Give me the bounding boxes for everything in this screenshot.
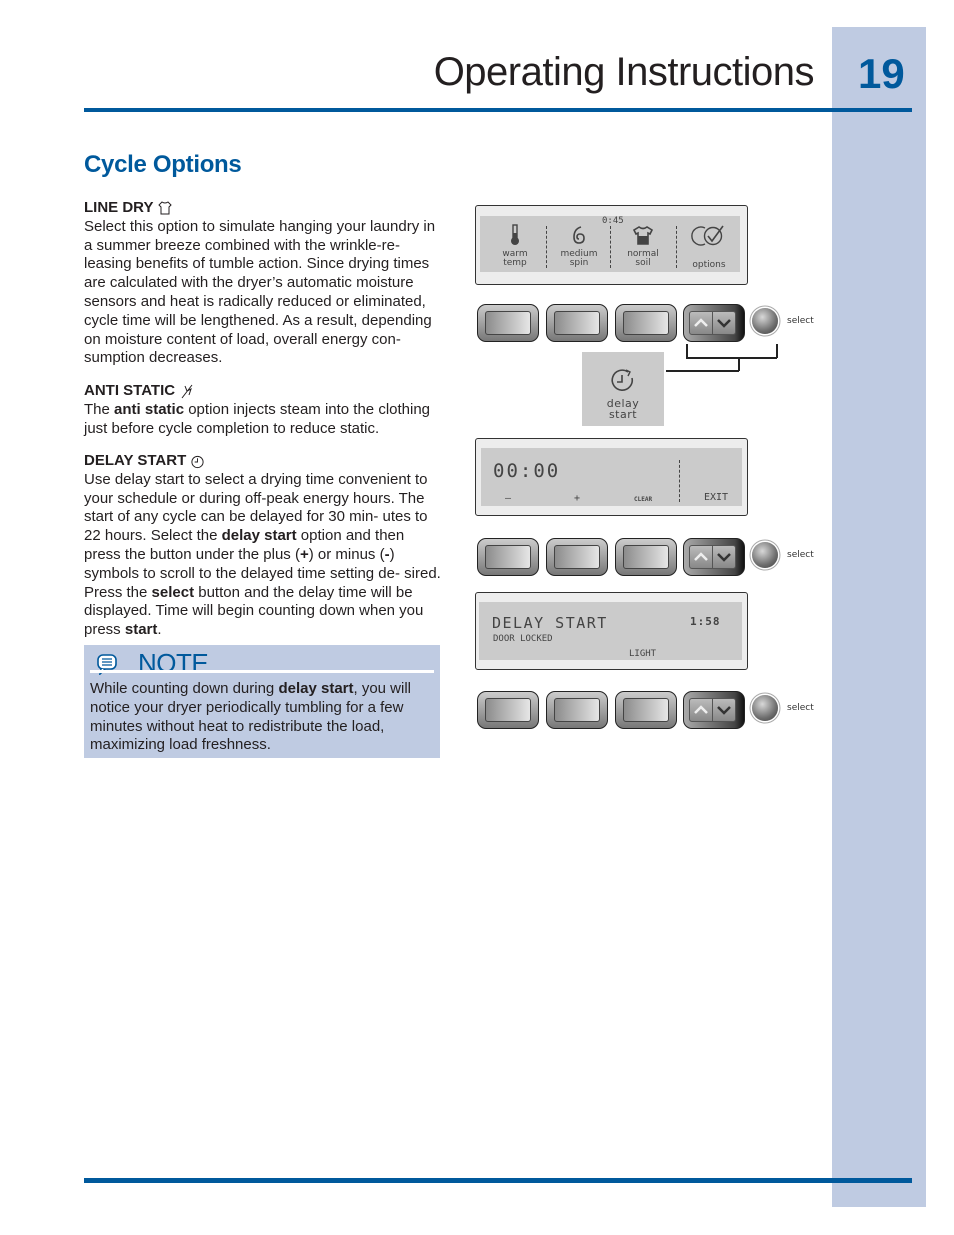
select-button[interactable] [752,542,778,568]
lcd-screen: DELAY START 1:58 DOOR LOCKED LIGHT [479,602,742,660]
panel-button-2[interactable] [546,304,608,342]
section-title: Cycle Options [84,151,242,178]
lcd-status: DOOR LOCKED [493,634,553,644]
option-heading-text: LINE DRY [84,199,154,216]
note-text: While counting down during delay start, … [90,680,412,754]
options-check-icon [691,225,724,246]
scroll-up-button[interactable] [689,545,713,569]
scroll-up-button[interactable] [689,698,713,722]
lcd-item-label: temp [503,258,527,268]
lcd-exit: EXIT [704,492,729,503]
panel-button-1[interactable] [477,691,539,729]
page-side-tab [832,27,926,1207]
lcd-item-medium-spin: medium spin [550,224,608,270]
chevron-up-icon [694,552,708,561]
scroll-down-button[interactable] [712,311,736,335]
option-heading-text: ANTI STATIC [84,382,176,399]
lcd-screen: 0:45 warm temp medium spin normal soil o… [480,216,740,272]
select-button[interactable] [752,308,778,334]
scroll-down-button[interactable] [712,698,736,722]
lcd-item-label: soil [635,258,651,268]
panel-button-3[interactable] [615,304,677,342]
page-title: Operating Instructions [433,50,815,94]
lcd-item-normal-soil: normal soil [614,224,672,270]
lcd-title: DELAY START [492,614,608,632]
shirt-soil-icon [632,226,654,245]
scroll-button[interactable] [683,691,745,729]
clock-icon [191,455,204,468]
scroll-button[interactable] [683,304,745,342]
option-body: The anti static option injects steam int… [84,400,431,437]
option-line-dry: LINE DRY Select this option to simulate … [84,199,444,368]
delay-clock-icon [611,369,634,391]
lcd-item-warm-temp: warm temp [486,224,544,270]
lcd-divider [546,226,547,268]
panel-button-3[interactable] [615,691,677,729]
control-button-row: select [477,538,822,578]
select-button[interactable] [752,695,778,721]
option-heading: DELAY START [84,452,444,471]
note-rule [90,670,434,673]
lcd-item-label: options [692,260,726,270]
panel-button-3[interactable] [615,538,677,576]
thermometer-icon [511,224,519,245]
control-button-row: select [477,691,822,731]
delay-tile-label: start [608,408,638,421]
lcd-plus: + [574,493,581,504]
panel-button-1[interactable] [477,538,539,576]
page-number: 19 [858,50,905,97]
control-display-delay-countdown: DELAY START 1:58 DOOR LOCKED LIGHT [475,592,748,670]
lcd-screen: 00:00 – + CLEAR EXIT [481,448,742,506]
note-label: NOTE [138,648,209,678]
anti-static-icon [181,385,193,399]
delay-start-tile: delay start [582,352,664,426]
panel-button-2[interactable] [546,691,608,729]
scroll-button[interactable] [683,538,745,576]
footer-rule [84,1178,912,1183]
option-body: Select this option to simulate hanging y… [84,217,436,367]
panel-button-1[interactable] [477,304,539,342]
option-heading: ANTI STATIC [84,382,444,401]
select-label: select [787,703,814,713]
control-display-cycle: 0:45 warm temp medium spin normal soil o… [475,205,748,285]
scroll-down-button[interactable] [712,545,736,569]
panel-button-2[interactable] [546,538,608,576]
option-heading: LINE DRY [84,199,444,218]
bracket-line [666,370,739,372]
select-label: select [787,316,814,326]
header-rule [84,108,912,112]
lcd-clear: CLEAR [634,496,653,503]
control-display-delay-set: 00:00 – + CLEAR EXIT [475,438,748,516]
lcd-divider [679,460,680,502]
lcd-time: 1:58 [690,615,721,628]
chevron-down-icon [717,553,731,562]
lcd-level: LIGHT [629,649,657,659]
control-button-row: select [477,304,822,344]
spiral-icon [573,226,585,244]
lcd-time: 00:00 [493,460,561,482]
bracket-line [738,357,740,371]
option-delay-start: DELAY START Use delay start to select a … [84,452,444,640]
lcd-item-options: options [680,224,738,270]
lcd-divider [610,226,611,268]
lcd-item-label: spin [569,258,589,268]
chevron-up-icon [694,705,708,714]
shirt-icon [158,201,173,215]
lcd-divider [676,226,677,268]
option-heading-text: DELAY START [84,452,187,469]
lcd-minus: – [505,493,512,504]
chevron-up-icon [694,318,708,327]
chevron-down-icon [717,706,731,715]
select-label: select [787,550,814,560]
note-header: NOTE [96,648,209,679]
scroll-up-button[interactable] [689,311,713,335]
bracket-line [686,357,777,359]
bracket-line [686,344,688,358]
bracket-line [776,344,778,358]
chevron-down-icon [717,319,731,328]
option-body: Use delay start to select a drying time … [84,470,441,639]
note-box: NOTE While counting down during delay st… [84,645,440,758]
option-anti-static: ANTI STATIC The anti static option injec… [84,382,444,438]
